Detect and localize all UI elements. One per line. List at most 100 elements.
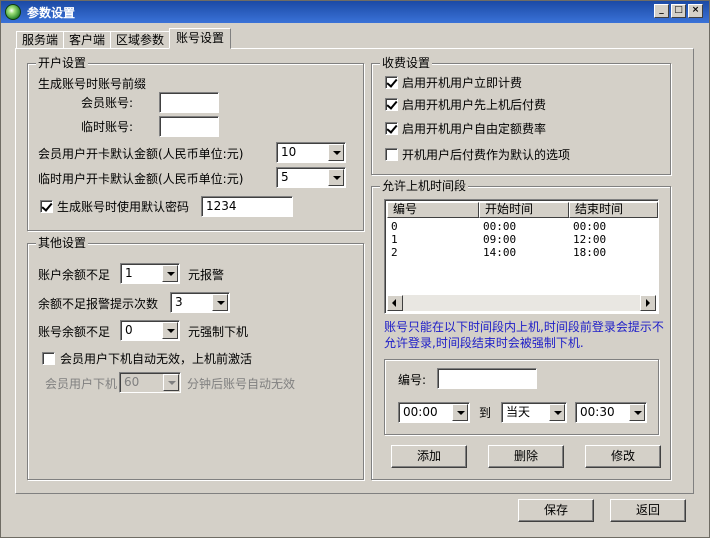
chevron-down-icon[interactable]: [629, 404, 645, 421]
auto-invalid-checkbox[interactable]: [42, 352, 55, 365]
day-select[interactable]: 当天: [501, 402, 567, 423]
settings-window: 参数设置 _ □ × 服务端 客户端 区域参数 账号设置 开户设置 生成账号时账…: [0, 0, 710, 538]
auto-invalid-label: 会员用户下机自动无效，上机前激活: [60, 352, 253, 366]
billing-option-label-4: 开机用户后付费作为默认的选项: [402, 148, 571, 162]
offline-minutes-value: 60: [124, 375, 140, 389]
to-label: 到: [479, 406, 492, 420]
cell-id: 0: [391, 220, 398, 233]
billing-option-label-2: 启用开机用户先上机后付费: [402, 98, 547, 112]
open-account-title: 开户设置: [36, 56, 89, 70]
member-default-amount-select[interactable]: 10: [276, 142, 346, 163]
prefix-heading: 生成账号时账号前缀: [38, 77, 147, 91]
chevron-down-icon[interactable]: [452, 404, 468, 421]
scroll-right-icon[interactable]: [640, 295, 656, 311]
temp-default-amount-label: 临时用户开卡默认金额(人民币单位:元): [38, 172, 244, 186]
maximize-button[interactable]: □: [671, 4, 686, 18]
billing-option-checkbox-1[interactable]: [385, 76, 398, 89]
other-settings-title: 其他设置: [36, 236, 89, 250]
low-balance-value: 1: [125, 266, 133, 280]
chevron-down-icon[interactable]: [162, 265, 178, 282]
cell-end: 12:00: [573, 233, 607, 246]
offline-label: 会员用户下机: [45, 377, 118, 391]
list-header: 编号 开始时间 结束时间: [387, 202, 658, 218]
end-time-select[interactable]: 00:30: [575, 402, 647, 423]
modify-button[interactable]: 修改: [585, 445, 661, 468]
chevron-down-icon[interactable]: [328, 169, 344, 186]
chevron-down-icon[interactable]: [212, 294, 228, 311]
low-balance-label: 账户余额不足: [38, 268, 111, 282]
title-bar[interactable]: 参数设置 _ □ ×: [1, 1, 709, 23]
default-password-label: 生成账号时使用默认密码: [57, 200, 190, 214]
app-icon: [5, 4, 21, 20]
temp-account-label: 临时账号:: [81, 120, 134, 134]
alert-count-select[interactable]: 3: [170, 292, 230, 313]
offline-minutes-select: 60: [119, 372, 181, 393]
billing-title: 收费设置: [380, 56, 433, 70]
add-button[interactable]: 添加: [391, 445, 467, 468]
force-offline-value: 0: [125, 323, 133, 337]
tab-strip: 服务端 客户端 区域参数 账号设置: [16, 28, 232, 49]
table-row[interactable]: 2 14:00 18:00: [387, 246, 658, 259]
chevron-down-icon[interactable]: [162, 322, 178, 339]
column-header-start[interactable]: 开始时间: [479, 202, 569, 218]
default-password-checkbox[interactable]: [40, 200, 53, 213]
delete-button[interactable]: 删除: [488, 445, 564, 468]
cell-id: 1: [391, 233, 398, 246]
alert-count-value: 3: [175, 295, 183, 309]
chevron-down-icon[interactable]: [549, 404, 565, 421]
member-default-amount-value: 10: [281, 145, 297, 159]
time-slots-note: 账号只能在以下时间段内上机,时间段前登录会提示不允许登录,时间段结束时会被强制下…: [384, 320, 664, 350]
save-button[interactable]: 保存: [518, 499, 594, 522]
temp-default-amount-select[interactable]: 5: [276, 167, 346, 188]
member-account-input[interactable]: [159, 92, 219, 113]
cell-end: 00:00: [573, 220, 607, 233]
table-row[interactable]: 1 09:00 12:00: [387, 233, 658, 246]
start-time-select[interactable]: 00:00: [398, 402, 470, 423]
member-default-amount-label: 会员用户开卡默认金额(人民币单位:元): [38, 147, 244, 161]
table-row[interactable]: 0 00:00 00:00: [387, 220, 658, 233]
close-button[interactable]: ×: [688, 4, 703, 18]
start-time-value: 00:00: [403, 405, 438, 419]
slot-id-input[interactable]: [437, 368, 537, 389]
billing-option-checkbox-2[interactable]: [385, 98, 398, 111]
tab-server[interactable]: 服务端: [16, 31, 65, 49]
tab-client[interactable]: 客户端: [63, 31, 112, 49]
offline-suffix: 分钟后账号自动无效: [187, 377, 296, 391]
member-account-label: 会员账号:: [81, 96, 134, 110]
billing-option-checkbox-4[interactable]: [385, 148, 398, 161]
alert-count-label: 余额不足报警提示次数: [38, 297, 159, 311]
day-value: 当天: [506, 405, 531, 419]
low-balance-suffix: 元报警: [188, 268, 225, 282]
billing-option-checkbox-3[interactable]: [385, 122, 398, 135]
force-offline-suffix: 元强制下机: [188, 325, 249, 339]
default-password-input[interactable]: 1234: [201, 196, 293, 217]
end-time-value: 00:30: [580, 405, 615, 419]
force-offline-label: 账号余额不足: [38, 325, 111, 339]
window-title: 参数设置: [27, 5, 76, 20]
cell-end: 18:00: [573, 246, 607, 259]
tab-account[interactable]: 账号设置: [169, 28, 232, 49]
column-header-end[interactable]: 结束时间: [569, 202, 658, 218]
chevron-down-icon: [163, 374, 179, 391]
slot-id-label: 编号:: [398, 373, 427, 387]
billing-option-label-3: 启用开机用户自由定额费率: [402, 122, 547, 136]
column-header-id[interactable]: 编号: [387, 202, 479, 218]
time-slots-list[interactable]: 编号 开始时间 结束时间 0 00:00 00:00 1 09:00 12:00…: [384, 199, 659, 314]
tab-region[interactable]: 区域参数: [110, 31, 171, 49]
time-slots-title: 允许上机时间段: [380, 179, 469, 193]
horizontal-scrollbar[interactable]: [387, 295, 656, 311]
scroll-left-icon[interactable]: [387, 295, 403, 311]
title-buttons: _ □ ×: [654, 4, 703, 18]
force-offline-select[interactable]: 0: [120, 320, 180, 341]
minimize-button[interactable]: _: [654, 4, 669, 18]
cell-start: 09:00: [483, 233, 517, 246]
temp-account-input[interactable]: [159, 116, 219, 137]
low-balance-select[interactable]: 1: [120, 263, 180, 284]
back-button[interactable]: 返回: [610, 499, 686, 522]
cell-start: 00:00: [483, 220, 517, 233]
cell-start: 14:00: [483, 246, 517, 259]
chevron-down-icon[interactable]: [328, 144, 344, 161]
billing-option-label-1: 启用开机用户立即计费: [402, 76, 523, 90]
cell-id: 2: [391, 246, 398, 259]
temp-default-amount-value: 5: [281, 170, 289, 184]
